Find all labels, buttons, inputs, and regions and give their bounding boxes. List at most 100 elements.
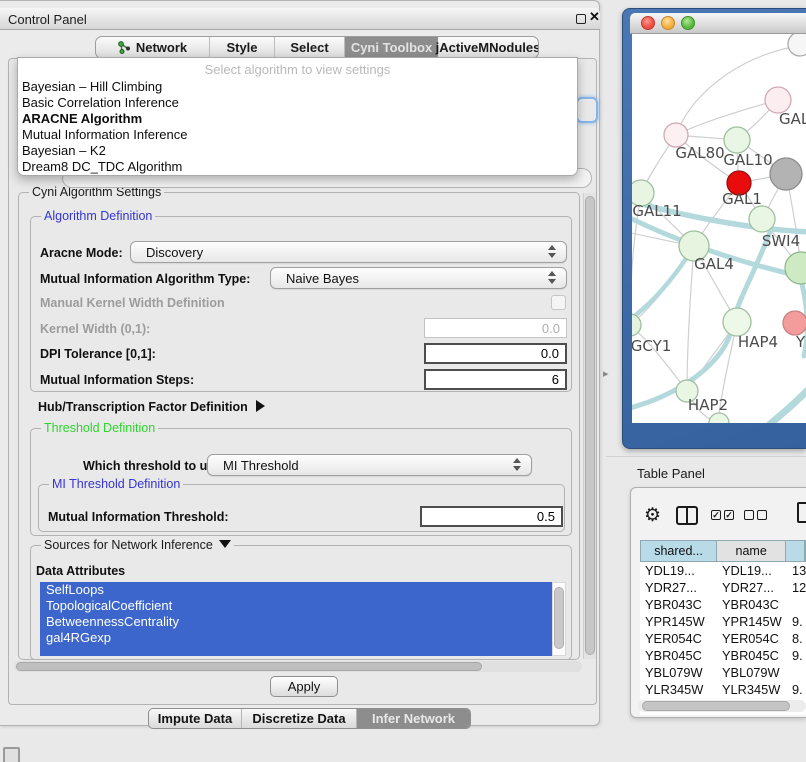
aracne-mode-select[interactable]: Discovery: [130, 241, 567, 263]
table-cell[interactable]: YBL079W: [640, 664, 717, 681]
tab-style[interactable]: Style: [210, 37, 275, 58]
tab-infer-network[interactable]: Infer Network: [357, 709, 470, 728]
table-row[interactable]: YDR27...YDR27...12: [640, 579, 806, 596]
table-row[interactable]: YBL079WYBL079W: [640, 664, 806, 681]
which-threshold-select[interactable]: MI Threshold: [207, 454, 532, 476]
network-node[interactable]: [723, 308, 751, 336]
attribute-item-selected[interactable]: gal4RGexp: [40, 630, 552, 646]
checked-checkbox-icon[interactable]: ✓: [711, 510, 721, 520]
table-cell[interactable]: YER054C: [640, 630, 717, 647]
attribute-item-selected[interactable]: BetweennessCentrality: [40, 614, 552, 630]
dpi-tolerance-value: 0.0: [541, 346, 559, 361]
table-row[interactable]: YER054CYER054C8.: [640, 630, 806, 647]
settings-vertical-scrollbar-thumb[interactable]: [585, 196, 595, 655]
table-row[interactable]: YBR043CYBR043C: [640, 596, 806, 613]
network-node[interactable]: [770, 158, 802, 190]
sources-group-title[interactable]: Sources for Network Inference: [41, 538, 234, 552]
table-cell[interactable]: 9.: [787, 681, 806, 698]
minimize-traffic-light-icon[interactable]: [661, 16, 675, 30]
dpi-tolerance-field[interactable]: 0.0: [424, 343, 567, 364]
table-cell[interactable]: YBR043C: [717, 596, 787, 613]
algorithm-option-selected[interactable]: ARACNE Algorithm: [18, 111, 577, 127]
dock-panel-icon[interactable]: [3, 747, 20, 762]
network-node[interactable]: [783, 311, 806, 335]
table-cell[interactable]: YBR045C: [640, 647, 717, 664]
checked-checkbox-icon[interactable]: ✓: [724, 510, 734, 520]
table-cell[interactable]: YPR145W: [640, 613, 717, 630]
algorithm-option[interactable]: Mutual Information Inference: [18, 127, 577, 143]
network-node[interactable]: [785, 252, 806, 284]
column-header-shared-name[interactable]: shared...: [641, 541, 717, 561]
columns-icon[interactable]: [676, 506, 698, 525]
algorithm-option[interactable]: Dream8 DC_TDC Algorithm: [18, 159, 577, 175]
tab-impute-data-label: Impute Data: [158, 711, 232, 726]
attribute-item-selected[interactable]: TopologicalCoefficient: [40, 598, 552, 614]
table-row[interactable]: YBR045CYBR045C9.: [640, 647, 806, 664]
network-node[interactable]: [724, 127, 750, 153]
table-cell[interactable]: YDL19...: [717, 562, 787, 579]
panel-divider-handle[interactable]: ▸: [603, 367, 609, 380]
close-icon[interactable]: ✕: [589, 9, 600, 25]
tab-select[interactable]: Select: [275, 37, 345, 58]
hub-section-toggle[interactable]: Hub/Transcription Factor Definition: [38, 400, 265, 414]
table-cell[interactable]: YER054C: [717, 630, 787, 647]
apply-button[interactable]: Apply: [270, 676, 338, 697]
table-cell[interactable]: YDR27...: [640, 579, 717, 596]
zoom-traffic-light-icon[interactable]: [681, 16, 695, 30]
algorithm-option[interactable]: Bayesian – Hill Climbing: [18, 79, 577, 95]
unchecked-checkbox-icon[interactable]: [744, 510, 754, 520]
tab-cyni-toolbox[interactable]: Cyni Toolbox: [345, 37, 438, 58]
network-node[interactable]: [788, 34, 806, 56]
table-cell[interactable]: YBR043C: [640, 596, 717, 613]
float-window-icon[interactable]: [576, 14, 586, 24]
table-cell[interactable]: YBR045C: [717, 647, 787, 664]
table-cell[interactable]: YLR345W: [640, 681, 717, 698]
tab-network[interactable]: Network: [96, 37, 210, 58]
tab-jactivemnodules[interactable]: jActiveMNodules: [438, 37, 538, 58]
tab-discretize-data[interactable]: Discretize Data: [242, 709, 357, 728]
kernel-width-field[interactable]: 0.0: [424, 318, 567, 338]
data-attributes-label: Data Attributes: [36, 564, 125, 578]
column-header-partial[interactable]: [786, 541, 805, 561]
network-node[interactable]: [749, 206, 775, 232]
table-cell[interactable]: 8.: [787, 630, 806, 647]
table-cell[interactable]: YLR345W: [717, 681, 787, 698]
table-cell[interactable]: [787, 664, 806, 681]
column-header-name[interactable]: name: [717, 541, 786, 561]
gear-icon[interactable]: ⚙: [644, 504, 661, 527]
table-row[interactable]: YDL19...YDL19...13: [640, 562, 806, 579]
table-row[interactable]: YLR345WYLR345W9.: [640, 681, 806, 698]
data-attributes-list[interactable]: SelfLoops TopologicalCoefficient Between…: [40, 582, 552, 656]
table-cell[interactable]: [787, 596, 806, 613]
mi-type-select[interactable]: Naive Bayes: [270, 267, 567, 289]
tab-impute-data[interactable]: Impute Data: [149, 709, 242, 728]
network-canvas[interactable]: GALGAL80GAL10GAL1GAL11SWI4GAL4HAP4YGCY1H…: [632, 34, 806, 423]
table-cell[interactable]: YBL079W: [717, 664, 787, 681]
settings-horizontal-scrollbar-thumb[interactable]: [16, 662, 482, 671]
kernel-width-value: 0.0: [542, 321, 560, 336]
table-row[interactable]: YPR145WYPR145W9.: [640, 613, 806, 630]
algorithm-option[interactable]: Bayesian – K2: [18, 143, 577, 159]
algorithm-option[interactable]: Basic Correlation Inference: [18, 95, 577, 111]
document-icon[interactable]: [797, 502, 806, 523]
table-cell[interactable]: 13: [787, 562, 806, 579]
tab-select-label: Select: [290, 40, 328, 55]
table-horizontal-scrollbar-thumb[interactable]: [642, 701, 790, 711]
table-body[interactable]: YDL19...YDL19...13YDR27...YDR27...12YBR0…: [640, 562, 806, 715]
attribute-list-scrollbar-thumb[interactable]: [554, 587, 564, 649]
control-panel-titlebar[interactable]: [0, 8, 600, 30]
table-cell[interactable]: 9.: [787, 647, 806, 664]
attribute-item-selected[interactable]: SelfLoops: [40, 582, 552, 598]
table-cell[interactable]: YPR145W: [717, 613, 787, 630]
table-cell[interactable]: YDL19...: [640, 562, 717, 579]
network-window-titlebar[interactable]: [630, 13, 806, 34]
table-cell[interactable]: 12: [787, 579, 806, 596]
close-traffic-light-icon[interactable]: [641, 16, 655, 30]
manual-kernel-checkbox[interactable]: [551, 295, 566, 310]
network-node[interactable]: [709, 413, 729, 423]
table-cell[interactable]: 9.: [787, 613, 806, 630]
unchecked-checkbox-icon[interactable]: [757, 510, 767, 520]
mi-threshold-field[interactable]: 0.5: [420, 506, 563, 527]
mi-steps-field[interactable]: 6: [424, 369, 567, 390]
table-cell[interactable]: YDR27...: [717, 579, 787, 596]
